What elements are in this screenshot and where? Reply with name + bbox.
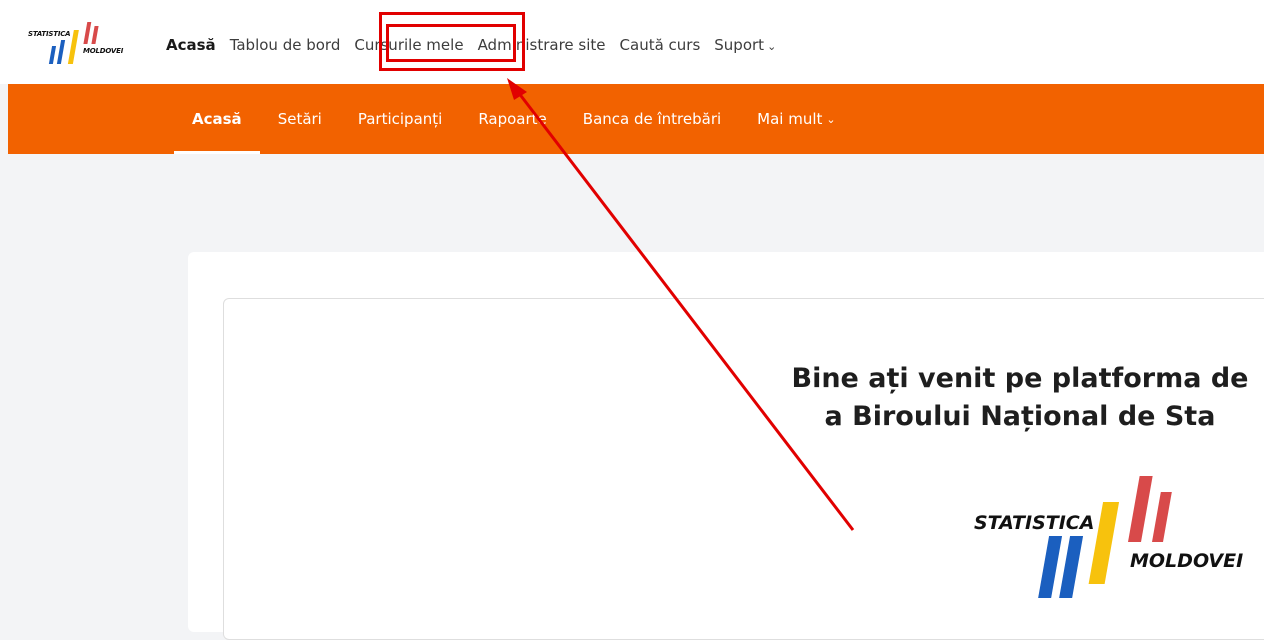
secnav-home[interactable]: Acasă [174,84,260,154]
nav-search-course[interactable]: Caută curs [620,36,701,54]
top-navbar: STATISTICA MOLDOVEI Acasă Tablou de bord… [0,0,1264,84]
big-logo-text-moldovei: MOLDOVEI [1130,550,1244,572]
nav-support[interactable]: Suport ⌄ [714,36,776,54]
site-logo[interactable]: STATISTICA MOLDOVEI [28,18,128,66]
logo-text-moldovei: MOLDOVEI [83,47,124,55]
statistica-moldovei-logo: STATISTICA MOLDOVEI [968,474,1264,604]
logo-text-statistica: STATISTICA [28,30,71,38]
chevron-down-icon: ⌄ [767,40,777,53]
nav-support-label: Suport [714,36,765,54]
welcome-heading: Bine ați venit pe platforma de a Biroulu… [700,360,1264,436]
secnav-participants[interactable]: Participanți [358,84,442,154]
secnav-settings[interactable]: Setări [278,84,322,154]
welcome-line-1: Bine ați venit pe platforma de [791,363,1249,394]
secnav-more-label: Mai mult [757,110,823,128]
chevron-down-icon: ⌄ [826,112,836,126]
nav-dashboard[interactable]: Tablou de bord [230,36,341,54]
logo-bars-icon [1038,476,1172,598]
nav-home[interactable]: Acasă [166,36,216,54]
course-secondary-nav: Acasă Setări Participanți Rapoarte Banca… [8,84,1264,154]
secnav-reports[interactable]: Rapoarte [478,84,546,154]
big-logo-text-statistica: STATISTICA [974,512,1095,534]
secnav-question-bank[interactable]: Banca de întrebări [583,84,721,154]
welcome-line-2: a Biroului Național de Sta [824,401,1216,432]
logo-bars-icon [48,22,99,64]
annotation-highlight-inner [386,24,516,62]
secnav-more[interactable]: Mai mult ⌄ [757,84,835,154]
